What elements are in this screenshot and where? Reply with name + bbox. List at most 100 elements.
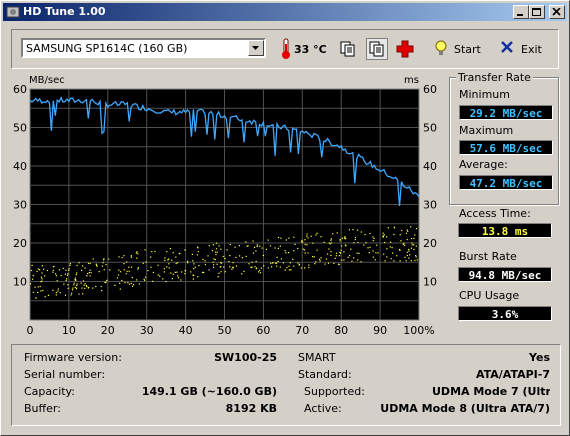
access-time-point [335,252,338,254]
access-time-point [101,290,103,292]
access-time-point [215,242,218,244]
access-time-point [67,284,69,286]
active-label: Active: [304,402,342,415]
access-time-point [290,269,292,271]
access-time-point [330,239,332,241]
start-button[interactable]: Start [454,43,481,56]
access-time-point [152,271,154,274]
copy-icon[interactable] [339,40,357,58]
access-time-point [411,242,413,244]
access-time-point [413,248,415,250]
access-time-point [239,255,241,257]
access-time-value: 13.8 ms [458,223,552,238]
chevron-down-icon[interactable] [248,40,264,56]
access-time-point [415,255,417,257]
access-time-point [174,271,176,273]
access-time-point [353,257,355,259]
access-time-point [252,240,254,242]
access-time-point [131,277,133,279]
supported-value: UDMA Mode 7 (Ultra [432,385,550,398]
access-time-point [65,269,67,271]
access-time-point [252,252,255,254]
access-time-point [265,248,268,250]
y-tick-label-right: 10 [423,276,437,289]
firmware-label: Firmware version: [24,351,122,364]
copy-screenshot-icon[interactable] [366,38,388,60]
access-time-point [220,248,222,250]
access-time-point [215,253,217,256]
average-value: 47.2 MB/sec [459,175,553,190]
access-time-point [37,291,39,293]
y-tick-label-left: 10 [13,276,27,289]
access-time-point [382,232,384,234]
access-time-point [289,262,291,264]
access-time-point [376,244,378,246]
access-time-point [136,251,138,253]
access-time-point [86,275,88,277]
y-tick-label-right: 60 [423,83,437,96]
access-time-point [213,258,215,260]
health-icon[interactable] [396,40,414,58]
access-time-point [59,292,61,294]
access-time-point [64,294,67,296]
side-panel: Transfer Rate Minimum 29.2 MB/sec Maximu… [449,71,561,339]
access-time-point [401,229,403,232]
access-time-point [369,246,371,248]
access-time-point [292,258,294,260]
access-time-point [410,247,412,249]
access-time-point [308,266,310,269]
access-time-point [270,262,272,264]
x-tick-label: 50 [218,324,232,337]
close-button[interactable] [549,5,565,19]
minimize-button[interactable] [513,5,529,19]
access-time-point [34,286,36,288]
access-time-point [312,256,314,258]
drive-select[interactable]: SAMSUNG SP1614C (160 GB) [21,38,266,58]
access-time-point [40,281,42,283]
access-time-point [89,269,91,271]
access-time-point [343,259,345,261]
access-time-point [393,226,395,228]
access-time-point [164,259,166,261]
access-time-point [241,257,243,259]
access-time-point [229,266,231,268]
exit-button[interactable]: Exit [521,43,542,56]
access-time-point [274,247,276,249]
x-tick-label: 10 [62,324,76,337]
access-time-point [145,276,147,278]
access-time-point [123,255,125,257]
access-time-point [60,274,62,277]
access-time-point [320,257,322,259]
thermometer-icon [282,38,290,59]
maximize-button[interactable] [529,5,545,19]
buffer-label: Buffer: [24,402,61,415]
title-bar[interactable]: HD Tune 1.00 [3,3,567,21]
access-time-point [89,275,91,277]
access-time-point [360,261,362,263]
access-time-point [65,279,67,281]
access-time-point [130,282,132,284]
access-time-point [84,287,86,289]
access-time-point [126,270,128,272]
access-time-point [312,242,314,244]
access-time-point [119,271,122,273]
access-time-point [308,264,310,266]
access-time-point [178,253,180,255]
access-time-point [263,265,265,267]
access-time-point [274,262,277,264]
access-time-point [228,261,230,263]
access-time-point [409,254,411,256]
access-time-point [123,263,125,265]
access-time-point [57,288,59,290]
access-time-point [416,259,418,261]
access-time-point [108,258,110,260]
access-time-point [297,247,299,250]
minimum-label: Minimum [459,88,510,101]
access-time-point [167,259,169,261]
standard-label: Standard: [298,368,352,381]
y-tick-label-left: 50 [13,122,27,135]
access-time-point [30,283,32,285]
minimize-icon [517,14,523,16]
access-time-point [254,266,256,268]
access-time-point [277,236,280,239]
